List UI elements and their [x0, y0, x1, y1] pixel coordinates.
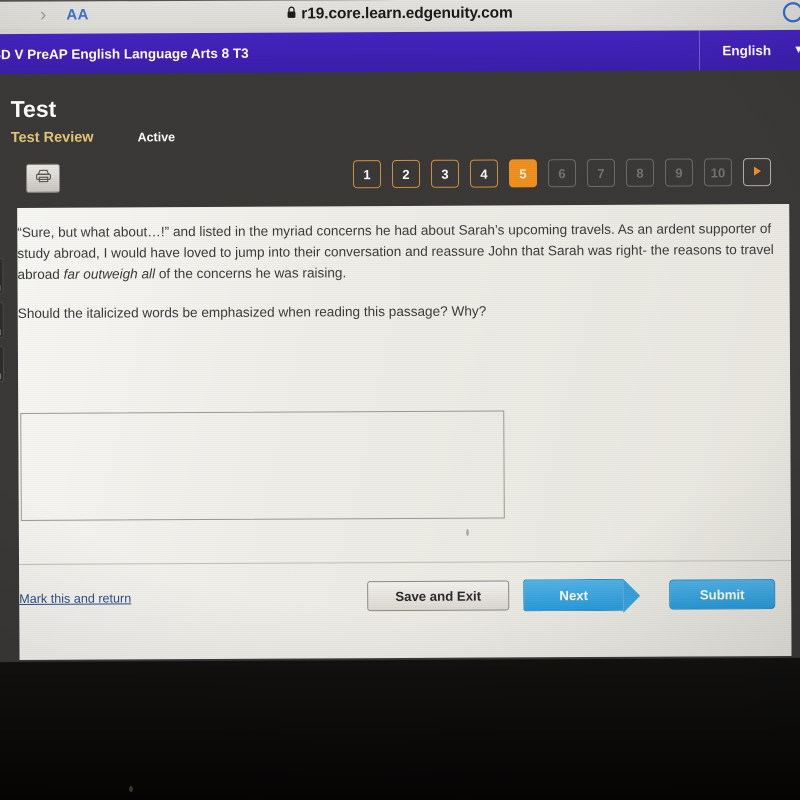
- sidebar-tab-strip: [0, 258, 6, 390]
- url-text: r19.core.learn.edgenuity.com: [301, 4, 513, 22]
- sidebar-tab-2[interactable]: [0, 302, 4, 339]
- next-button[interactable]: Next: [523, 578, 624, 612]
- passage-text: “Sure, but what about…!” and listed in t…: [17, 218, 781, 285]
- page-button-3[interactable]: 3: [430, 159, 460, 188]
- footer-divider: [19, 559, 792, 565]
- question-pager: 1 2 3 4 5 6 7 8 9 10: [352, 158, 772, 189]
- page-subheader: Test Review Active: [11, 129, 175, 146]
- browser-toolbar: › AA r19.core.learn.edgenuity.com: [0, 0, 800, 29]
- lock-icon: [287, 5, 296, 23]
- app-body: Test Test Review Active 1 2 3 4 5 6 7 8 …: [0, 67, 800, 663]
- address-bar[interactable]: r19.core.learn.edgenuity.com: [0, 3, 800, 25]
- save-and-exit-button[interactable]: Save and Exit: [367, 580, 510, 612]
- photographed-screen: › AA r19.core.learn.edgenuity.com SD V P…: [0, 0, 800, 800]
- photo-speck: [466, 529, 469, 536]
- answer-input[interactable]: [20, 410, 505, 521]
- footer-actions: Save and Exit Next Submit: [367, 578, 776, 612]
- submit-button[interactable]: Submit: [669, 579, 776, 610]
- page-button-5[interactable]: 5: [508, 159, 538, 188]
- passage-part-2: of the concerns he was raising.: [155, 265, 347, 282]
- course-title: SD V PreAP English Language Arts 8 T3: [0, 45, 249, 62]
- page-button-7: 7: [586, 158, 616, 188]
- section-label: Test Review: [10, 129, 94, 147]
- play-arrow-icon: [751, 165, 762, 180]
- page-button-1[interactable]: 1: [352, 160, 382, 189]
- photo-speck: [129, 786, 133, 792]
- page-title: Test: [10, 95, 57, 123]
- page-button-4[interactable]: 4: [469, 159, 499, 188]
- question-toolbar: 1 2 3 4 5 6 7 8 9 10: [0, 158, 800, 204]
- chevron-down-icon: ▼: [793, 43, 800, 56]
- page-button-9: 9: [664, 158, 694, 187]
- language-selector[interactable]: English ▼: [699, 29, 800, 71]
- question-prompt: Should the italicized words be emphasize…: [17, 303, 487, 321]
- question-content-panel: “Sure, but what about…!” and listed in t…: [17, 203, 792, 660]
- passage-italic-phrase: far outweigh all: [63, 266, 156, 282]
- next-page-button[interactable]: [742, 158, 772, 187]
- mark-this-and-return-link[interactable]: Mark this and return: [19, 591, 131, 606]
- sidebar-tab-3[interactable]: [0, 346, 5, 383]
- printer-icon: [34, 168, 51, 189]
- page-button-10: 10: [703, 158, 733, 187]
- sidebar-tab-1[interactable]: [0, 258, 4, 295]
- status-badge: Active: [137, 130, 176, 145]
- app-header: SD V PreAP English Language Arts 8 T3 En…: [0, 29, 800, 75]
- language-label: English: [722, 42, 772, 58]
- page-button-6: 6: [547, 159, 577, 188]
- page-button-2[interactable]: 2: [391, 159, 421, 189]
- print-button[interactable]: [25, 163, 61, 193]
- page-button-8: 8: [625, 158, 655, 187]
- reload-icon[interactable]: [782, 1, 800, 28]
